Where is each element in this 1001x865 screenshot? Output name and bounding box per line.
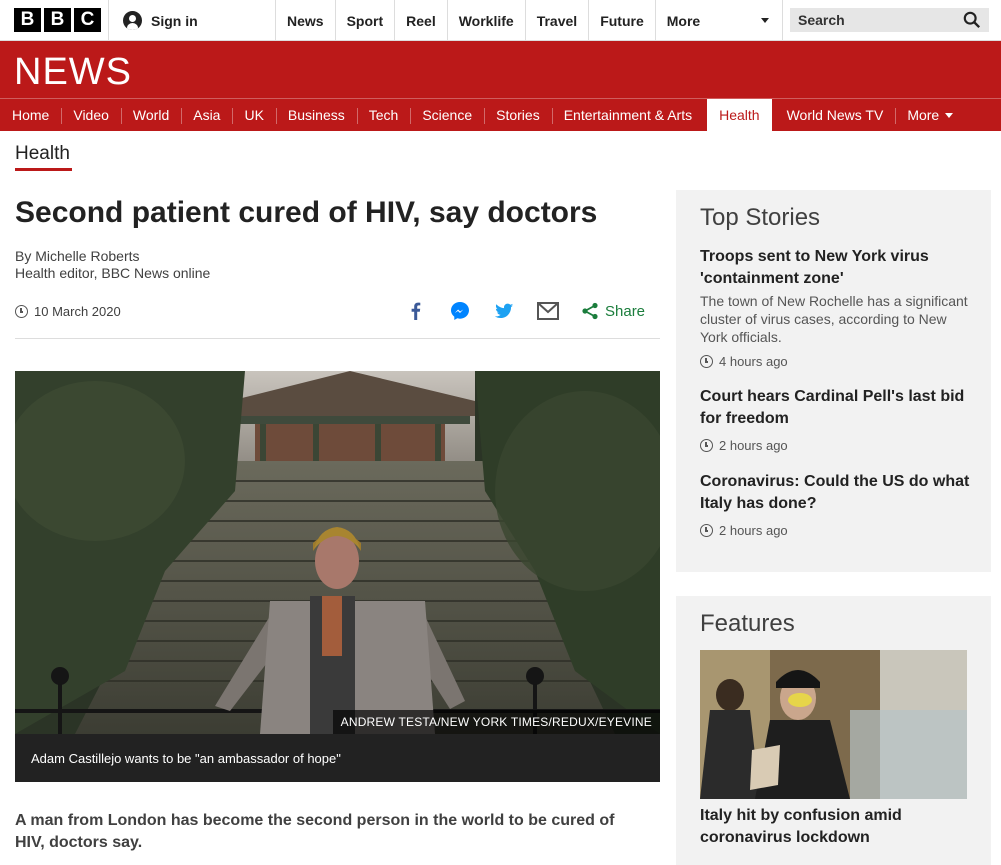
- clock-icon: [700, 524, 713, 537]
- article-headline: Second patient cured of HIV, say doctors: [15, 196, 598, 229]
- global-nav-more[interactable]: More: [654, 0, 783, 41]
- sign-in-label: Sign in: [151, 12, 198, 29]
- share-icon: [582, 302, 598, 320]
- search-label: Search: [798, 12, 845, 28]
- top-story-title[interactable]: Court hears Cardinal Pell's last bid for…: [700, 386, 970, 430]
- news-nav-science[interactable]: Science: [410, 99, 484, 132]
- top-story-time: 4 hours ago: [700, 354, 970, 369]
- news-nav-stories[interactable]: Stories: [484, 99, 552, 132]
- chevron-down-icon: [760, 18, 769, 23]
- article-lede: A man from London has become the second …: [15, 812, 615, 851]
- news-header: NEWS Home Video World Asia UK Business T…: [0, 41, 1001, 132]
- news-nav: Home Video World Asia UK Business Tech S…: [0, 98, 1001, 132]
- features-panel: Features Italy hit by confusion amid cor…: [676, 596, 991, 865]
- article-date: 10 March 2020: [15, 304, 121, 319]
- top-story-title[interactable]: Coronavirus: Could the US do what Italy …: [700, 471, 970, 515]
- section-label[interactable]: Health: [15, 143, 72, 171]
- divider: [15, 338, 660, 339]
- global-nav-news[interactable]: News: [275, 0, 335, 41]
- news-nav-entertainment-arts[interactable]: Entertainment & Arts: [551, 99, 704, 132]
- clock-icon: [700, 355, 713, 368]
- bbc-global-bar: B B C Sign in News Sport Reel Worklife T…: [0, 0, 1001, 41]
- global-nav: News Sport Reel Worklife Travel Future M…: [275, 0, 783, 41]
- bbc-logo-letter: B: [44, 8, 71, 32]
- news-nav-tech[interactable]: Tech: [356, 99, 411, 132]
- news-nav-home[interactable]: Home: [0, 99, 61, 132]
- global-nav-travel[interactable]: Travel: [524, 0, 588, 41]
- sign-in-button[interactable]: Sign in: [108, 0, 275, 41]
- top-story-time-text: 2 hours ago: [719, 523, 788, 538]
- news-nav-more[interactable]: More: [895, 99, 965, 132]
- search-icon: [963, 11, 981, 29]
- photo-caption: Adam Castillejo wants to be "an ambassad…: [15, 734, 660, 782]
- date-text: 10 March 2020: [34, 304, 121, 319]
- clock-icon: [15, 305, 28, 318]
- more-label: More: [666, 12, 701, 29]
- news-nav-world[interactable]: World: [120, 99, 181, 132]
- user-icon: [123, 11, 142, 30]
- global-nav-sport[interactable]: Sport: [334, 0, 395, 41]
- article-image: ANDREW TESTA/NEW YORK TIMES/REDUX/EYEVIN…: [15, 371, 660, 782]
- search-box[interactable]: Search: [790, 8, 989, 32]
- chevron-down-icon: [945, 112, 954, 118]
- top-story-time: 2 hours ago: [700, 523, 970, 538]
- news-nav-business[interactable]: Business: [275, 99, 357, 132]
- global-nav-worklife[interactable]: Worklife: [446, 0, 525, 41]
- features-heading: Features: [700, 610, 795, 637]
- author-name: By Michelle Roberts: [15, 248, 140, 264]
- top-story-summary: The town of New Rochelle has a significa…: [700, 293, 968, 345]
- share-button[interactable]: Share: [581, 302, 645, 320]
- top-stories-heading: Top Stories: [700, 204, 821, 231]
- top-story-item[interactable]: Troops sent to New York virus 'containme…: [700, 246, 970, 369]
- park-steps-photo: [15, 371, 660, 736]
- top-story-item[interactable]: Court hears Cardinal Pell's last bid for…: [700, 386, 970, 453]
- top-story-item[interactable]: Coronavirus: Could the US do what Italy …: [700, 471, 970, 538]
- news-nav-video[interactable]: Video: [61, 99, 121, 132]
- top-stories-panel: Top Stories Troops sent to New York viru…: [676, 190, 991, 572]
- facebook-icon[interactable]: [405, 300, 427, 322]
- feature-photo: [700, 650, 967, 799]
- global-nav-future[interactable]: Future: [588, 0, 655, 41]
- bbc-logo-letter: B: [14, 8, 41, 32]
- news-nav-health[interactable]: Health: [707, 98, 772, 132]
- email-icon[interactable]: [537, 302, 559, 320]
- news-nav-world-news-tv[interactable]: World News TV: [775, 99, 896, 132]
- news-nav-uk[interactable]: UK: [232, 99, 275, 132]
- feature-image[interactable]: [700, 650, 967, 799]
- clock-icon: [700, 439, 713, 452]
- top-story-time-text: 2 hours ago: [719, 438, 788, 453]
- author-role: Health editor, BBC News online: [15, 265, 211, 281]
- top-story-time-text: 4 hours ago: [719, 354, 788, 369]
- news-nav-asia[interactable]: Asia: [181, 99, 232, 132]
- bbc-logo-letter: C: [74, 8, 101, 32]
- share-tools: Share: [405, 300, 645, 322]
- byline: By Michelle Roberts Health editor, BBC N…: [15, 248, 210, 282]
- news-logo[interactable]: NEWS: [14, 51, 132, 94]
- top-story-time: 2 hours ago: [700, 438, 970, 453]
- twitter-icon[interactable]: [493, 300, 515, 322]
- feature-title[interactable]: Italy hit by confusion amid coronavirus …: [700, 805, 970, 849]
- bbc-logo[interactable]: B B C: [14, 8, 101, 32]
- photo-credit: ANDREW TESTA/NEW YORK TIMES/REDUX/EYEVIN…: [332, 710, 660, 734]
- global-nav-reel[interactable]: Reel: [394, 0, 447, 41]
- messenger-icon[interactable]: [449, 300, 471, 322]
- news-nav-more-label: More: [907, 107, 940, 123]
- share-label: Share: [605, 302, 646, 320]
- top-story-title[interactable]: Troops sent to New York virus 'containme…: [700, 246, 970, 290]
